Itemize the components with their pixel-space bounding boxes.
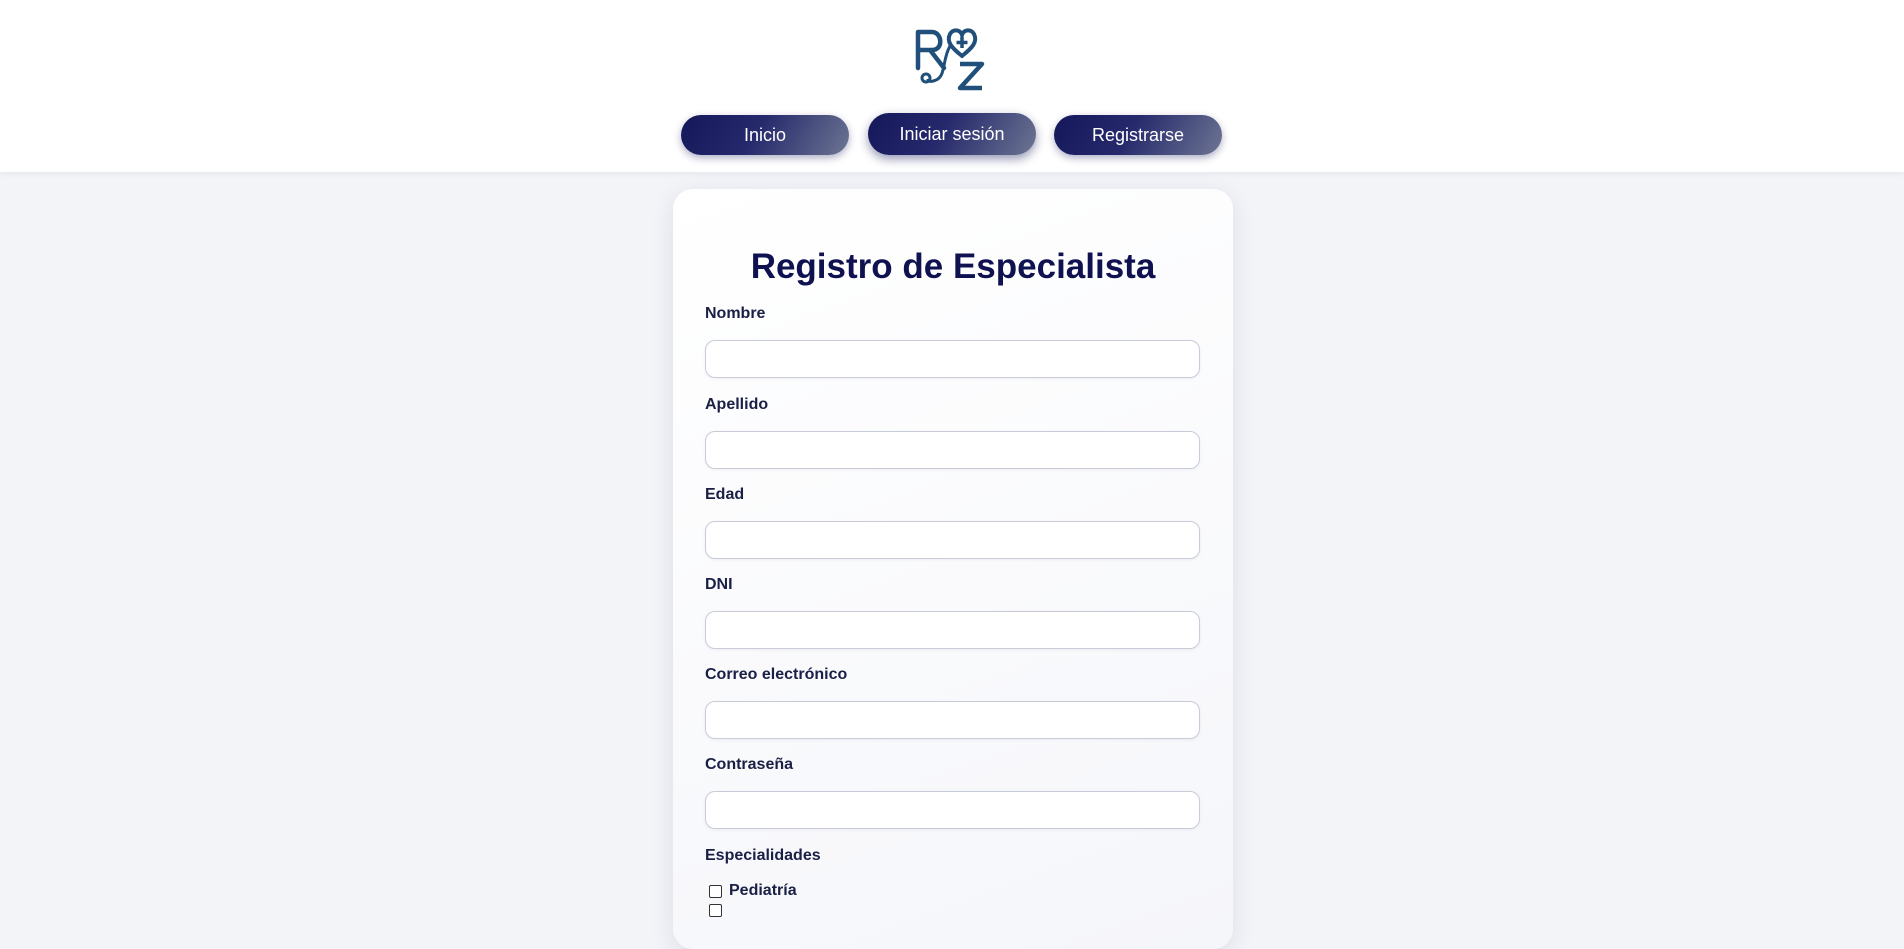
site-header: Inicio Iniciar sesión Registrarse [0,0,1904,172]
nav-iniciar-sesion-button[interactable]: Iniciar sesión [868,113,1036,155]
especialidades-label: Especialidades [705,847,821,864]
edad-input[interactable] [705,521,1200,559]
nombre-input[interactable] [705,340,1200,378]
nombre-label: Nombre [705,305,766,322]
nav-inicio-button[interactable]: Inicio [681,115,849,155]
pediatria-checkbox[interactable] [709,884,722,898]
correo-label: Correo electrónico [705,666,848,683]
nav-registrarse-button[interactable]: Registrarse [1054,115,1222,155]
edad-label: Edad [705,486,745,503]
especialidad-option[interactable]: Pediatría [709,882,797,900]
contrasena-label: Contraseña [705,756,794,773]
contrasena-input[interactable] [705,791,1200,829]
dni-label: DNI [705,576,733,593]
pediatria-label: Pediatría [729,882,797,899]
correo-input[interactable] [705,701,1200,739]
logo-stethoscope-heart-icon[interactable] [912,26,992,92]
dni-input[interactable] [705,611,1200,649]
apellido-input[interactable] [705,431,1200,469]
page-title: Registro de Especialista [750,247,1156,286]
apellido-label: Apellido [705,396,769,413]
registration-card: Registro de Especialista Nombre Apellido… [673,189,1233,949]
